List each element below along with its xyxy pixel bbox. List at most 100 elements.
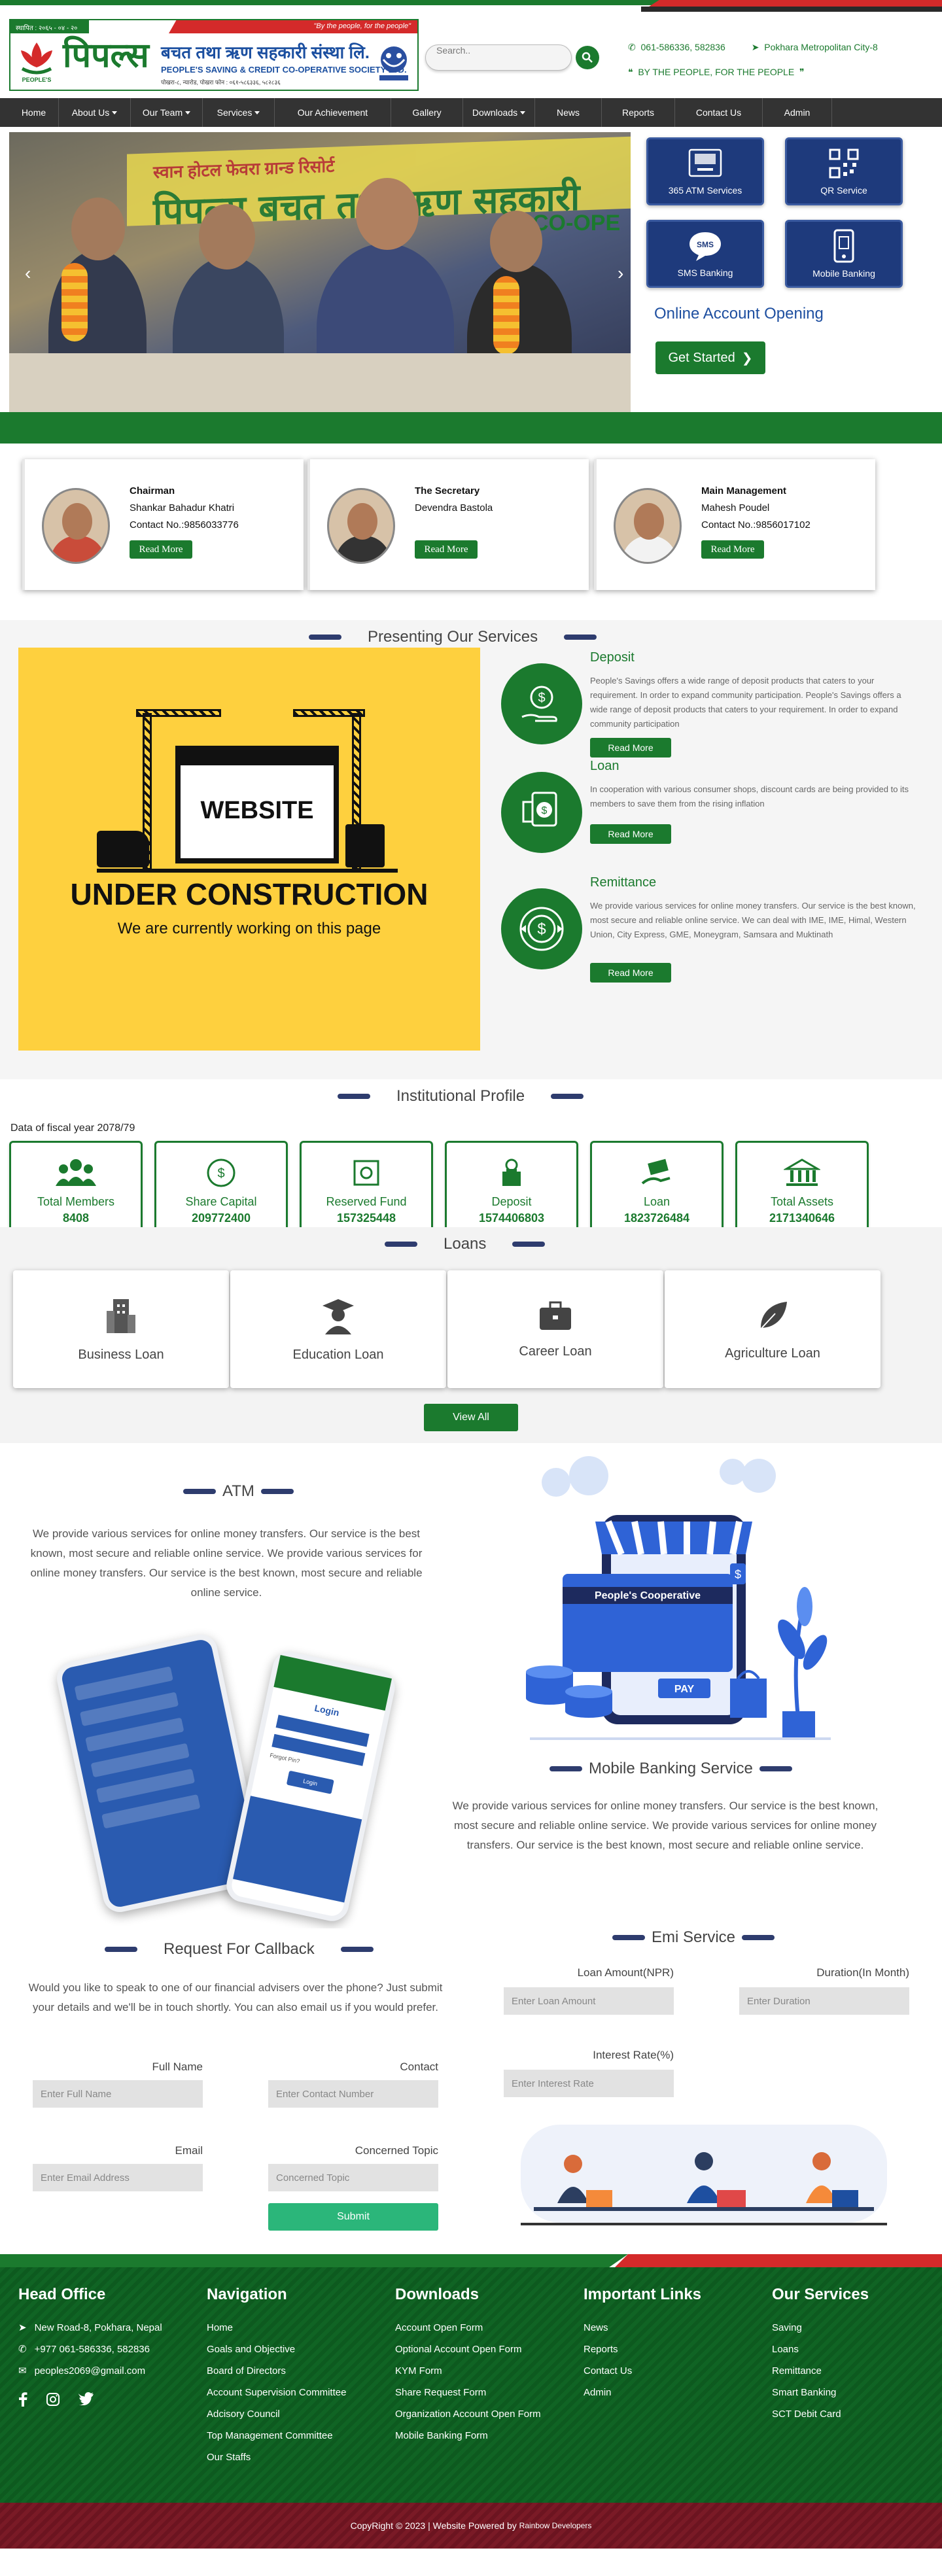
get-started-button[interactable]: Get Started ❯ [655, 341, 765, 374]
header-contact: ✆ 061-586336, 582836 ➤ Pokhara Metropoli… [628, 42, 878, 53]
section-title: Mobile Banking Service [550, 1760, 792, 1778]
read-more-button[interactable]: Read More [415, 540, 478, 559]
loan-money-icon: $ [522, 792, 557, 827]
under-construction-image: WEBSITE UNDER CONSTRUCTION We are curren… [18, 648, 480, 1051]
caret-down-icon [185, 111, 191, 114]
quote-open-icon: ❝ [628, 67, 638, 77]
site-logo[interactable]: स्थापित : २०६५ - ०४ - २० "By the people,… [9, 19, 419, 91]
svg-text:$: $ [537, 920, 546, 938]
footer-link[interactable]: Home [207, 2317, 377, 2339]
page: स्थापित : २०६५ - ०४ - २० "By the people,… [0, 0, 942, 2549]
loan-amount-field[interactable]: Enter Loan Amount [504, 1987, 674, 2015]
nav-contact-us[interactable]: Contact Us [675, 98, 763, 127]
contact-field[interactable]: Enter Contact Number [268, 2080, 438, 2108]
developer-link[interactable]: Rainbow Developers [519, 2521, 592, 2530]
footer-link[interactable]: Remittance [772, 2360, 929, 2382]
graduate-icon [323, 1298, 354, 1334]
submit-button[interactable]: Submit [268, 2203, 438, 2231]
svg-text:$: $ [542, 805, 548, 816]
nav-downloads[interactable]: Downloads [463, 98, 535, 127]
slider-prev-icon[interactable]: ‹ [25, 263, 31, 284]
mobile-banking-button[interactable]: Mobile Banking [785, 220, 903, 288]
nav-reports[interactable]: Reports [602, 98, 675, 127]
footer-link[interactable]: Saving [772, 2317, 929, 2339]
facebook-icon[interactable] [18, 2392, 27, 2407]
loan-card-business[interactable]: Business Loan [13, 1270, 229, 1388]
loans-section: Loans Business Loan Education Loan Caree… [0, 1227, 942, 1443]
callback-intro: Would you like to speak to one of our fi… [28, 1981, 443, 2013]
nav-our-team[interactable]: Our Team [131, 98, 203, 127]
site-footer: Head Office ➤ New Road-8, Pokhara, Nepal … [0, 2267, 942, 2503]
view-all-loans-button[interactable]: View All [424, 1404, 518, 1431]
slider-next-icon[interactable]: › [618, 263, 623, 284]
search-button[interactable] [576, 46, 599, 69]
loan-card-agriculture[interactable]: Agriculture Loan [665, 1270, 881, 1388]
footer-link[interactable]: Goals and Objective [207, 2339, 377, 2360]
footer-link[interactable]: Loans [772, 2339, 929, 2360]
qr-service-button[interactable]: QR Service [785, 137, 903, 205]
loan-card-career[interactable]: Career Loan [447, 1270, 663, 1388]
footer-link[interactable]: Organization Account Open Form [395, 2403, 565, 2425]
full-name-field[interactable]: Enter Full Name [33, 2080, 203, 2108]
footer-link[interactable]: Account Open Form [395, 2317, 565, 2339]
nav-admin[interactable]: Admin [763, 98, 832, 127]
footer-link[interactable]: Admin [584, 2382, 754, 2403]
nav-home[interactable]: Home [9, 98, 59, 127]
social-links [18, 2392, 188, 2407]
search-input[interactable]: Search.. [425, 44, 572, 71]
quick-links: 365 ATM Services QR Service SMS SMS Bank… [646, 137, 904, 288]
footer-link[interactable]: Top Management Committee [207, 2425, 377, 2446]
footer-link[interactable]: Contact Us [584, 2360, 754, 2382]
established-ribbon: स्थापित : २०६५ - ०४ - २० [10, 20, 89, 33]
service-loan: $ Loan In cooperation with various consu… [501, 759, 920, 877]
loan-card-education[interactable]: Education Loan [230, 1270, 446, 1388]
management-card: The Secretary Devendra Bastola Read More [307, 459, 589, 590]
footer-link[interactable]: Mobile Banking Form [395, 2425, 565, 2446]
nav-our-achievement[interactable]: Our Achievement [275, 98, 391, 127]
sms-banking-button[interactable]: SMS SMS Banking [646, 220, 764, 288]
footer-link[interactable]: Optional Account Open Form [395, 2339, 565, 2360]
read-more-button[interactable]: Read More [590, 824, 671, 844]
twitter-icon[interactable] [78, 2392, 94, 2405]
section-title: Request For Callback [105, 1940, 374, 1958]
footer-link[interactable]: Share Request Form [395, 2382, 565, 2403]
slide-banner-english: CO-OPE [532, 211, 621, 235]
hero-slider[interactable]: स्वान होटल फेवरा ग्रान्ड रिसोर्ट पिपल्स … [9, 132, 631, 412]
logo-wordmark: पिपल्स [63, 36, 149, 75]
footer-link[interactable]: SCT Debit Card [772, 2403, 929, 2425]
footer-link[interactable]: Our Staffs [207, 2446, 377, 2468]
header-phone: ✆ 061-586336, 582836 [628, 42, 725, 52]
read-more-button[interactable]: Read More [590, 963, 671, 983]
instagram-icon[interactable] [46, 2392, 60, 2407]
concerned-topic-field[interactable]: Concerned Topic [268, 2164, 438, 2191]
hand-dollar-icon: $ [521, 686, 557, 722]
sms-bubble-icon: SMS [689, 232, 721, 261]
interest-rate-field[interactable]: Enter Interest Rate [504, 2070, 674, 2097]
svg-text:People's Cooperative: People's Cooperative [595, 1590, 701, 1601]
duration-field[interactable]: Enter Duration [739, 1987, 909, 2015]
logo-address: पोखरा-८, न्यारोड, पोखरा फोन : ०६१-५८६३३६… [161, 79, 281, 86]
footer-link[interactable]: KYM Form [395, 2360, 565, 2382]
online-account-title: Online Account Opening [654, 305, 824, 322]
nav-news[interactable]: News [535, 98, 602, 127]
logo-english-name: PEOPLE'S SAVING & CREDIT CO-OPERATIVE SO… [161, 65, 407, 75]
read-more-button[interactable]: Read More [701, 540, 764, 559]
footer-link[interactable]: News [584, 2317, 754, 2339]
atm-services-button[interactable]: 365 ATM Services [646, 137, 764, 205]
footer-link[interactable]: Board of Directors [207, 2360, 377, 2382]
stat-card: Total Members 8408 [9, 1141, 143, 1240]
footer-link[interactable]: Adcisory Council [207, 2403, 377, 2425]
green-band [0, 412, 942, 444]
footer-link[interactable]: Smart Banking [772, 2382, 929, 2403]
footer-link[interactable]: Account Supervision Committee [207, 2382, 377, 2403]
header-location: ➤ Pokhara Metropolitan City-8 [751, 42, 878, 52]
read-more-button[interactable]: Read More [590, 738, 671, 757]
nav-about-us[interactable]: About Us [59, 98, 131, 127]
nav-services[interactable]: Services [203, 98, 275, 127]
read-more-button[interactable]: Read More [130, 540, 192, 559]
email-field[interactable]: Enter Email Address [33, 2164, 203, 2191]
nav-gallery[interactable]: Gallery [391, 98, 463, 127]
footer-link[interactable]: Reports [584, 2339, 754, 2360]
coop-badge-icon [379, 46, 408, 80]
stat-card: $ Share Capital 209772400 [154, 1141, 288, 1240]
